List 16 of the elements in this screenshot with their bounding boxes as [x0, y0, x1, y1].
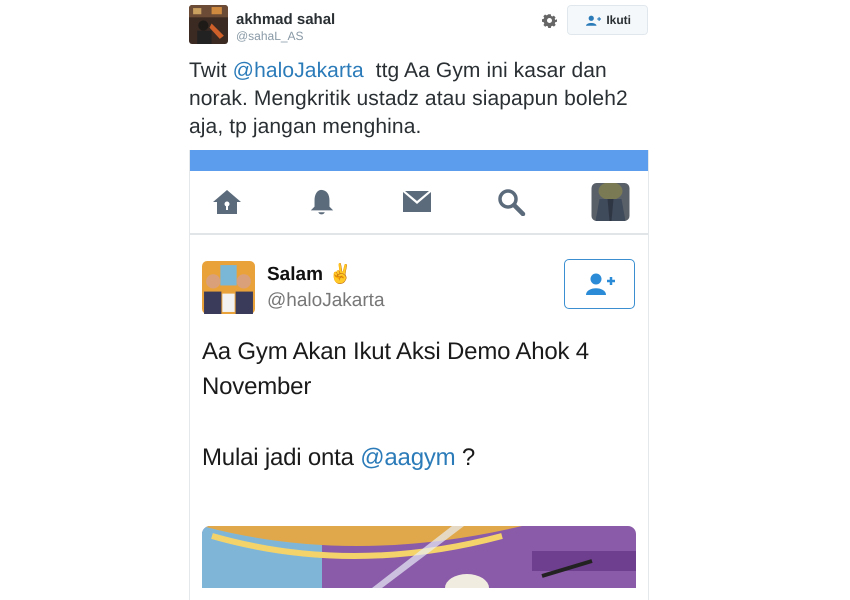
add-user-icon [586, 14, 602, 26]
author-name: akhmad sahal [236, 11, 336, 28]
tweet-text: Twit @haloJakarta ttg Aa Gym ini kasar dan norak. Mengkritik ustadz atau siapapun boleh2 aja, tp jangan menghina. [189, 58, 629, 140]
author-handle: @haloJakarta [267, 290, 386, 312]
follow-button[interactable] [564, 259, 635, 309]
settings-icon[interactable] [542, 13, 558, 28]
search-icon[interactable] [496, 188, 526, 216]
tweet-text: Aa Gym Akan Ikut Aksi Demo Ahok 4 November [202, 337, 590, 402]
author-name: Salam ✌ [267, 262, 354, 286]
follow-button[interactable]: Ikuti [567, 5, 648, 35]
tweet-text: Mulai jadi onta @aagym ? [202, 443, 476, 473]
add-user-icon [584, 273, 614, 295]
home-icon[interactable] [212, 188, 242, 216]
mention-link[interactable]: @aagym [360, 444, 456, 471]
author-handle: @sahaL_AS [236, 29, 305, 43]
mention-link[interactable]: @haloJakarta [232, 59, 364, 82]
